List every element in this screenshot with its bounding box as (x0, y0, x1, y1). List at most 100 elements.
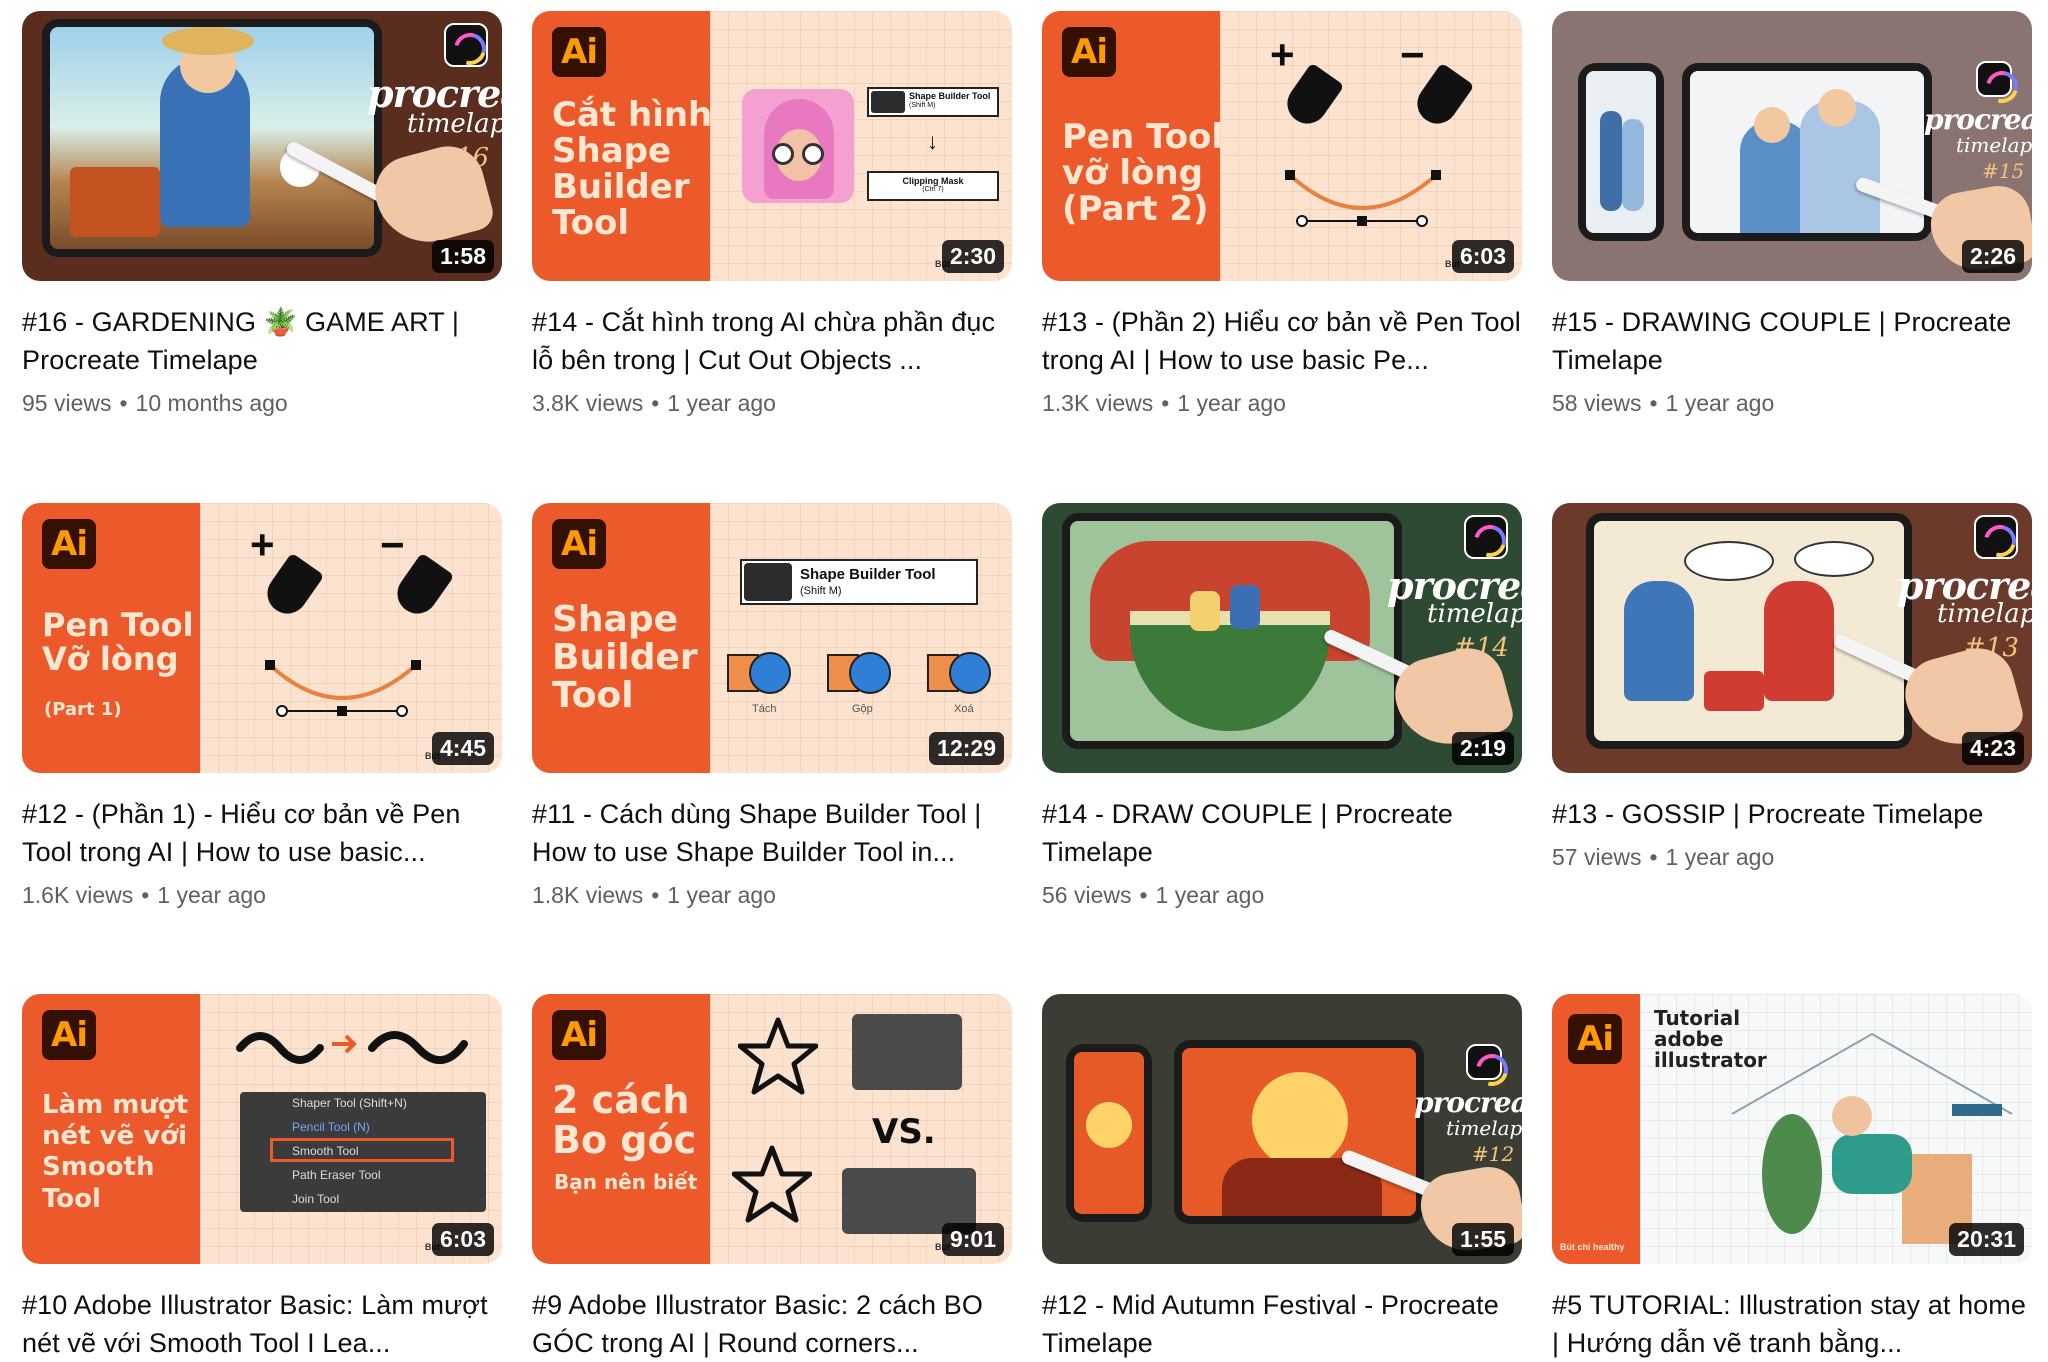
video-title[interactable]: #16 - GARDENING 🪴 GAME ART | Procreate T… (22, 303, 502, 379)
video-meta: 1.6K views • 1 year ago (22, 882, 266, 908)
video-duration: 1:58 (431, 240, 494, 273)
view-count: 95 views (22, 390, 112, 416)
illustrator-logo-icon: Ai (552, 1010, 606, 1060)
tool-menu: Shaper Tool (Shift+N) Pencil Tool (N) Sm… (240, 1092, 486, 1212)
video-card[interactable]: Ai Tutorial adobe illustrator Bút chì heal… (1552, 994, 2032, 1362)
shape-examples (727, 652, 991, 694)
video-thumbnail[interactable]: Ai Cắt hình Shape Builder Tool Shape Builde… (532, 11, 1012, 281)
video-thumbnail[interactable]: procreate timelape #12 1:55 (1042, 994, 1522, 1264)
video-thumbnail[interactable]: Ai Pen Toolvỡ lòng(Part 2) + − Bút 6:03 (1042, 11, 1522, 281)
star-shape (732, 1145, 812, 1223)
thumbnail-headline: Shape Builder Tool (552, 599, 698, 717)
upload-age: 1 year ago (667, 882, 776, 908)
video-title[interactable]: #5 TUTORIAL: Illustration stay at home |… (1552, 1286, 2032, 1362)
video-duration: 12:29 (929, 732, 1004, 765)
thumbnail-headline: Pen Tool Vỡ lòng (42, 606, 194, 678)
illustrator-logo-icon: Ai (42, 519, 96, 569)
video-card[interactable]: Ai Pen ToolVỡ lòng (Part 1) + − Bút 4:45… (22, 503, 502, 911)
video-title[interactable]: #10 Adobe Illustrator Basic: Làm mượt né… (22, 1286, 502, 1362)
plus-icon: + (250, 521, 275, 568)
procreate-logo-icon (444, 23, 488, 67)
video-title[interactable]: #12 - Mid Autumn Festival - Procreate Ti… (1042, 1286, 1522, 1362)
view-count: 1.8K views (532, 882, 644, 908)
thumbnail-subtitle: Bạn nên biết (554, 1170, 698, 1194)
arrow-down-icon: ↓ (927, 129, 938, 154)
shape-label: Tách (752, 703, 777, 715)
corner-panel (852, 1014, 962, 1090)
bezier-curve (1285, 170, 1441, 227)
video-card[interactable]: Ai Pen Toolvỡ lòng(Part 2) + − Bút 6:03 … (1042, 11, 1522, 419)
video-duration: 2:30 (941, 240, 1004, 273)
vs-label: VS. (872, 1112, 936, 1152)
video-duration: 4:23 (1961, 732, 2024, 765)
video-title[interactable]: #13 - GOSSIP | Procreate Timelape (1552, 795, 2032, 833)
video-meta: 3.8K views • 1 year ago (532, 390, 776, 416)
video-meta: 1.8K views • 1 year ago (532, 882, 776, 908)
video-card[interactable]: procreate timelape #12 1:55 #12 - Mid Au… (1042, 994, 1522, 1362)
video-card[interactable]: Ai 2 cáchBo góc Bạn nên biết VS. Bút 9:0… (532, 994, 1012, 1362)
tablet-illustration (1174, 1040, 1424, 1224)
view-count: 3.8K views (532, 390, 644, 416)
upload-age: 1 year ago (667, 390, 776, 416)
video-card[interactable]: Ai Shape Builder Tool Shape Builder Tool (… (532, 503, 1012, 911)
thumbnail-word: procreate (1414, 1086, 1522, 1119)
view-count: 56 views (1042, 882, 1132, 908)
video-thumbnail[interactable]: Ai Shape Builder Tool Shape Builder Tool (… (532, 503, 1012, 773)
video-meta: 57 views • 1 year ago (1552, 844, 1775, 870)
video-thumbnail[interactable]: procreate timelape #16 1:58 (22, 11, 502, 281)
illustrator-logo-icon: Ai (1568, 1014, 1622, 1064)
upload-age: 1 year ago (1155, 882, 1265, 908)
minus-icon: − (380, 521, 405, 568)
video-title[interactable]: #15 - DRAWING COUPLE | Procreate Timelap… (1552, 303, 2032, 379)
thumbnail-headline: Pen Tool vỡ lòng (Part 2) (1062, 117, 1224, 230)
smooth-stroke-illustration (236, 1031, 468, 1064)
video-card[interactable]: procreate timelape #15 2:26 #15 - DRAWIN… (1552, 11, 2032, 419)
video-card[interactable]: Ai Làm mượt nét vẽ với Smooth Tool Shaper T… (22, 994, 502, 1362)
video-thumbnail[interactable]: Ai 2 cáchBo góc Bạn nên biết VS. Bút 9:0… (532, 994, 1012, 1264)
minus-icon: − (1400, 31, 1425, 78)
video-title[interactable]: #11 - Cách dùng Shape Builder Tool | How… (532, 795, 1012, 871)
phone-illustration (1066, 1044, 1152, 1222)
thumbnail-number: #15 (1982, 159, 2025, 183)
thumbnail-headline: Làm mượt nét vẽ với Smooth Tool (42, 1090, 189, 1214)
video-thumbnail[interactable]: procreate timelape #14 2:19 (1042, 503, 1522, 773)
procreate-logo-icon (1464, 515, 1508, 559)
thumbnail-sub: timelape (1956, 133, 2032, 157)
shape-label: Xoá (954, 703, 974, 715)
star-shape (738, 1017, 818, 1095)
video-thumbnail[interactable]: Ai Pen ToolVỡ lòng (Part 1) + − Bút 4:45 (22, 503, 502, 773)
video-duration: 6:03 (1451, 240, 1514, 273)
tablet-illustration (1586, 513, 1912, 749)
video-title[interactable]: #14 - DRAW COUPLE | Procreate Timelape (1042, 795, 1522, 871)
video-thumbnail[interactable]: procreate timelape #13 4:23 (1552, 503, 2032, 773)
thumbnail-sub: timelape (1446, 1116, 1522, 1140)
procreate-logo-icon (1976, 61, 2012, 97)
illustrator-logo-icon: Ai (552, 519, 606, 569)
video-duration: 2:26 (1961, 240, 2024, 273)
view-count: 58 views (1552, 390, 1642, 416)
video-duration: 9:01 (941, 1223, 1004, 1256)
plus-icon: + (1270, 31, 1295, 78)
tablet-illustration (1062, 513, 1402, 749)
video-thumbnail[interactable]: Ai Làm mượt nét vẽ với Smooth Tool Shaper T… (22, 994, 502, 1264)
thumbnail-subtitle: (Part 1) (44, 699, 122, 720)
video-title[interactable]: #13 - (Phần 2) Hiểu cơ bản về Pen Tool t… (1042, 303, 1522, 379)
video-card[interactable]: procreate timelape #14 2:19 #14 - DRAW C… (1042, 503, 1522, 911)
video-card[interactable]: procreate timelape #16 1:58 #16 - GARDEN… (22, 11, 502, 419)
video-title[interactable]: #12 - (Phần 1) - Hiểu cơ bản về Pen Tool… (22, 795, 502, 871)
phone-illustration (1578, 63, 1664, 241)
upload-age: 1 year ago (1665, 844, 1775, 870)
illustrator-logo-icon: Ai (1062, 27, 1116, 77)
procreate-logo-icon (1466, 1044, 1502, 1080)
shape-label: Gộp (852, 703, 873, 715)
video-title[interactable]: #9 Adobe Illustrator Basic: 2 cách BO GÓ… (532, 1286, 1012, 1362)
illustrator-logo-icon: Ai (552, 27, 606, 77)
video-card[interactable]: Ai Cắt hình Shape Builder Tool Shape Builde… (532, 11, 1012, 419)
video-thumbnail[interactable]: Ai Tutorial adobe illustrator Bút chì heal… (1552, 994, 2032, 1264)
shape-builder-panel: Shape Builder Tool (Shift M) (867, 87, 999, 117)
video-duration: 4:45 (431, 732, 494, 765)
video-title[interactable]: #14 - Cắt hình trong AI chừa phần đục lỗ… (532, 303, 1012, 379)
video-thumbnail[interactable]: procreate timelape #15 2:26 (1552, 11, 2032, 281)
video-card[interactable]: procreate timelape #13 4:23 #13 - GOSSIP… (1552, 503, 2032, 873)
video-duration: 20:31 (1949, 1223, 2024, 1256)
